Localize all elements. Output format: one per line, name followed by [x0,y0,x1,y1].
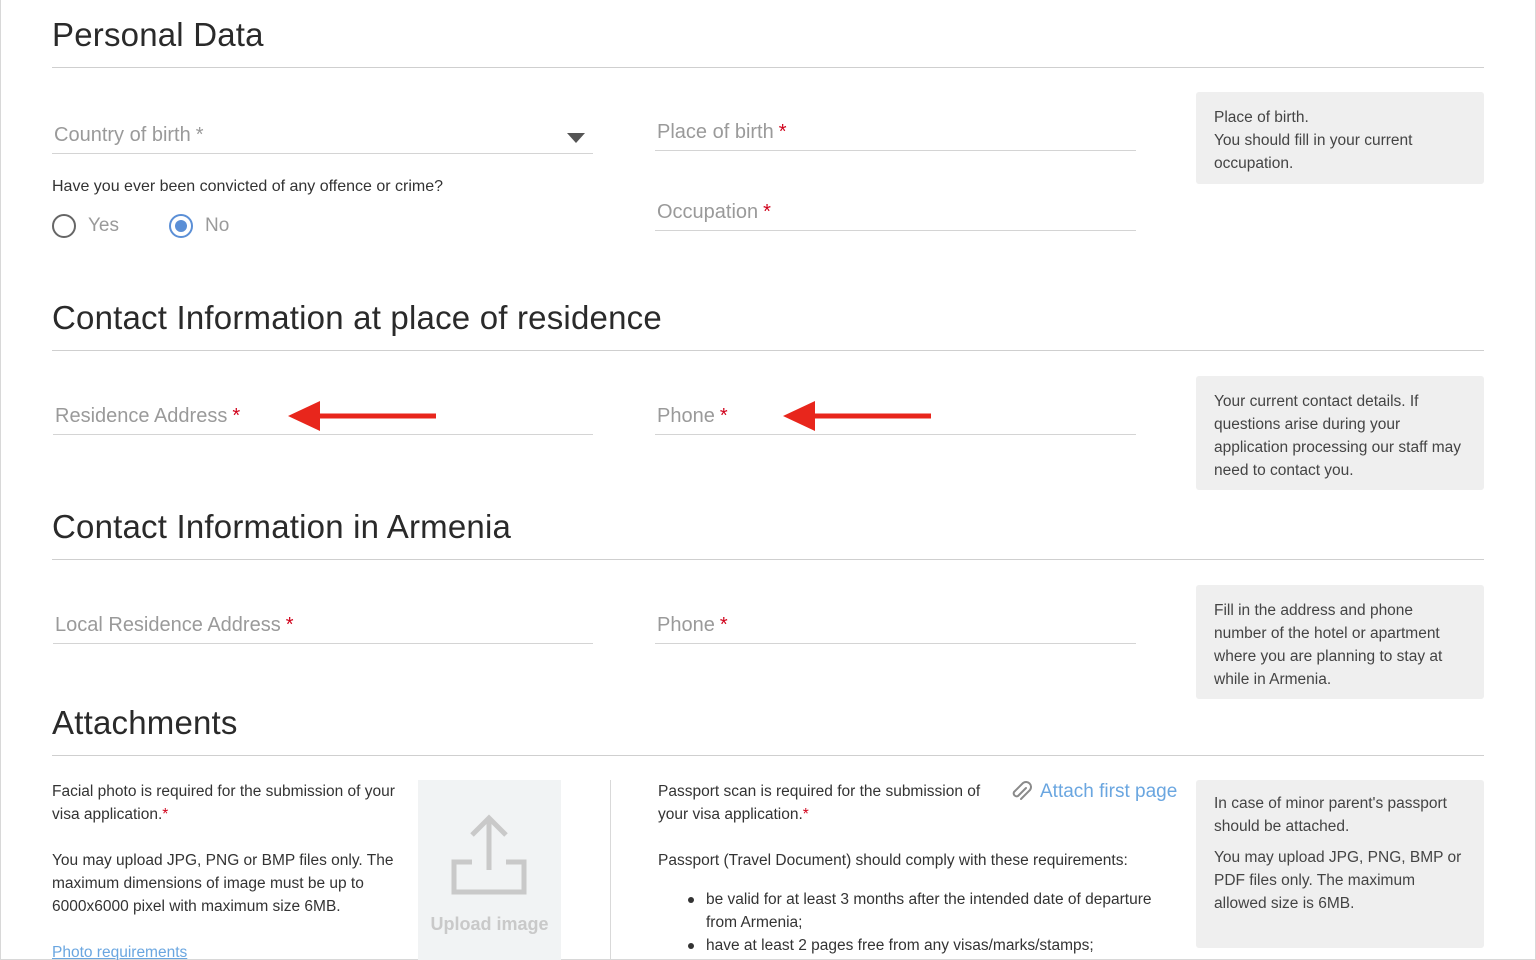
list-item: be valid for at least 3 months after the… [688,888,1166,934]
conviction-question: Have you ever been convicted of any offe… [52,178,444,195]
place-of-birth-input[interactable]: Place of birth * [655,111,1136,151]
hint-attachments: In case of minor parent's passport shoul… [1196,780,1484,948]
occupation-placeholder: Occupation * [657,201,771,223]
place-of-birth-placeholder: Place of birth * [657,121,787,143]
hint-armenia: Fill in the address and phone number of … [1196,585,1484,699]
photo-required-text: Facial photo is required for the submiss… [52,783,395,823]
passport-required-text: Passport scan is required for the submis… [658,783,981,823]
attachments-divider [610,780,611,960]
section-divider [52,67,1484,68]
radio-yes-label[interactable]: Yes [88,215,119,237]
red-arrow-icon [288,401,436,431]
section-title-contact-residence: Contact Information at place of residenc… [52,299,662,336]
radio-no-label[interactable]: No [205,215,229,237]
red-arrow-icon [783,401,931,431]
residence-phone-placeholder: Phone * [657,405,728,427]
section-title-contact-armenia: Contact Information in Armenia [52,508,512,545]
radio-no[interactable] [169,214,193,238]
upload-image-label: Upload image [430,914,549,934]
attach-first-page-button[interactable]: Attach first page [1010,780,1177,804]
radio-yes[interactable] [52,214,76,238]
paperclip-icon [1012,781,1032,800]
upload-icon [451,814,527,895]
country-of-birth-placeholder: Country of birth * [54,124,204,146]
list-item: have at least 2 pages free from any visa… [688,934,1166,957]
section-divider [52,755,1484,756]
hint-personal: Place of birth. You should fill in your … [1196,92,1484,184]
attach-first-page-label: Attach first page [1040,781,1178,802]
hint-formats-text: You may upload JPG, PNG, BMP or PDF file… [1214,849,1462,912]
armenia-phone-input[interactable]: Phone * [655,604,1136,644]
country-of-birth-select[interactable]: Country of birth * [52,114,593,154]
photo-requirements-link[interactable]: Photo requirements [52,941,187,960]
hint-line: You should fill in your current occupati… [1214,132,1413,172]
upload-image-button[interactable]: Upload image [418,780,561,960]
section-divider [52,350,1484,351]
section-title-personal-data: Personal Data [52,16,264,53]
hint-minor-text: In case of minor parent's passport shoul… [1214,795,1447,835]
occupation-input[interactable]: Occupation * [655,191,1136,231]
section-divider [52,559,1484,560]
chevron-down-icon[interactable] [567,133,585,143]
passport-requirements-list: be valid for at least 3 months after the… [688,888,1166,957]
residence-address-placeholder: Residence Address * [55,405,241,427]
conviction-radio-group: Yes No [52,214,229,238]
passport-comply-text: Passport (Travel Document) should comply… [658,852,1128,869]
photo-formats-text: You may upload JPG, PNG or BMP files onl… [52,852,394,915]
armenia-phone-placeholder: Phone * [657,614,728,636]
local-residence-address-placeholder: Local Residence Address * [55,614,294,636]
hint-line: Place of birth. [1214,109,1309,126]
local-residence-address-input[interactable]: Local Residence Address * [53,604,593,644]
section-title-attachments: Attachments [52,704,238,741]
hint-residence: Your current contact details. If questio… [1196,376,1484,490]
